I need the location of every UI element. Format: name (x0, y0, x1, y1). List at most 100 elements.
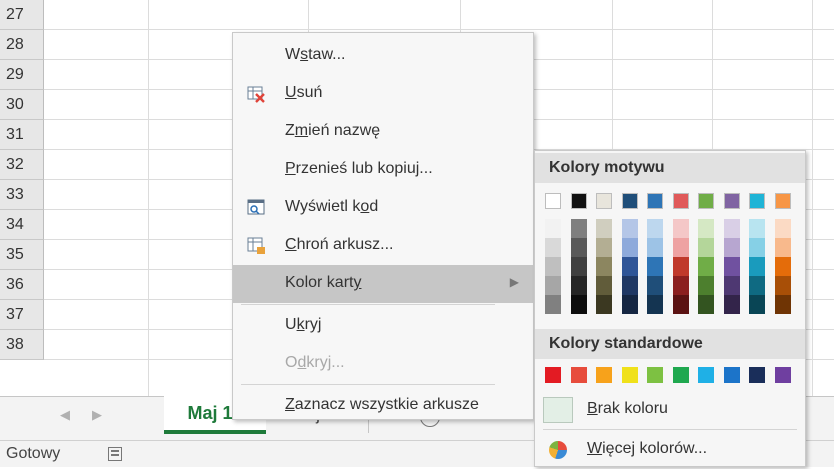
theme-shade-column (545, 219, 561, 314)
theme-shade-swatch[interactable] (672, 295, 689, 314)
scroll-left-icon[interactable]: ◀ (60, 407, 70, 423)
theme-shade-swatch[interactable] (672, 276, 689, 295)
row-header[interactable]: 31 (0, 120, 44, 150)
theme-color-swatch[interactable] (647, 193, 663, 209)
theme-shade-swatch[interactable] (545, 257, 561, 276)
theme-shade-swatch[interactable] (647, 295, 663, 314)
menu-item-7[interactable]: Ukryj (233, 307, 533, 345)
standard-color-swatch[interactable] (570, 367, 587, 383)
theme-shade-swatch[interactable] (698, 276, 714, 295)
standard-color-swatch[interactable] (749, 367, 765, 383)
theme-shade-swatch[interactable] (774, 257, 791, 276)
theme-shade-swatch[interactable] (672, 219, 689, 238)
row-header[interactable]: 34 (0, 210, 44, 240)
theme-shade-swatch[interactable] (545, 238, 561, 257)
theme-color-swatch[interactable] (545, 193, 561, 209)
macro-record-icon[interactable] (108, 447, 122, 461)
theme-shade-swatch[interactable] (570, 276, 587, 295)
theme-shade-swatch[interactable] (596, 238, 612, 257)
standard-color-swatch[interactable] (774, 367, 791, 383)
theme-shade-swatch[interactable] (647, 219, 663, 238)
theme-shade-swatch[interactable] (723, 257, 740, 276)
menu-item-9[interactable]: Zaznacz wszystkie arkusze (233, 387, 533, 425)
theme-shade-swatch[interactable] (774, 219, 791, 238)
menu-item-6[interactable]: Kolor karty ▶ (233, 265, 533, 303)
theme-shade-swatch[interactable] (749, 257, 765, 276)
theme-color-swatch[interactable] (570, 193, 587, 209)
theme-shade-swatch[interactable] (570, 257, 587, 276)
theme-shade-swatch[interactable] (749, 295, 765, 314)
theme-shade-swatch[interactable] (647, 238, 663, 257)
theme-color-swatch[interactable] (672, 193, 689, 209)
row-header[interactable]: 36 (0, 270, 44, 300)
theme-shade-swatch[interactable] (621, 219, 638, 238)
theme-shade-swatch[interactable] (545, 276, 561, 295)
theme-shade-swatch[interactable] (723, 238, 740, 257)
theme-shade-swatch[interactable] (570, 219, 587, 238)
menu-item-5[interactable]: Chroń arkusz... (233, 227, 533, 265)
theme-shade-swatch[interactable] (698, 295, 714, 314)
row-header[interactable]: 35 (0, 240, 44, 270)
theme-shade-swatch[interactable] (749, 219, 765, 238)
row-header[interactable]: 29 (0, 60, 44, 90)
theme-shade-swatch[interactable] (749, 238, 765, 257)
theme-shade-swatch[interactable] (723, 276, 740, 295)
theme-shade-swatch[interactable] (596, 219, 612, 238)
theme-shade-swatch[interactable] (774, 276, 791, 295)
standard-color-swatch[interactable] (647, 367, 663, 383)
theme-shade-swatch[interactable] (621, 295, 638, 314)
grid-line (44, 29, 834, 30)
theme-shade-swatch[interactable] (545, 219, 561, 238)
theme-color-swatch[interactable] (621, 193, 638, 209)
standard-color-swatch[interactable] (621, 367, 638, 383)
row-header[interactable]: 32 (0, 150, 44, 180)
theme-color-swatch[interactable] (698, 193, 714, 209)
theme-shade-swatch[interactable] (774, 295, 791, 314)
theme-shade-swatch[interactable] (596, 257, 612, 276)
row-header[interactable]: 27 (0, 0, 44, 30)
standard-color-swatch[interactable] (545, 367, 561, 383)
theme-shade-swatch[interactable] (698, 257, 714, 276)
no-color-option[interactable]: Brak koloru (535, 391, 805, 429)
theme-shade-swatch[interactable] (698, 219, 714, 238)
theme-shade-swatch[interactable] (621, 257, 638, 276)
theme-shade-swatch[interactable] (774, 238, 791, 257)
row-header[interactable]: 37 (0, 300, 44, 330)
grid-column-line (148, 0, 149, 400)
menu-item-4[interactable]: Wyświetl kod (233, 189, 533, 227)
theme-shade-swatch[interactable] (545, 295, 561, 314)
menu-item-1[interactable]: Usuń (233, 75, 533, 113)
theme-shade-swatch[interactable] (570, 238, 587, 257)
theme-shade-swatch[interactable] (698, 238, 714, 257)
theme-color-swatch[interactable] (596, 193, 612, 209)
standard-color-swatch[interactable] (698, 367, 714, 383)
theme-color-swatch[interactable] (723, 193, 740, 209)
standard-color-swatch[interactable] (723, 367, 740, 383)
standard-color-swatch[interactable] (596, 367, 612, 383)
menu-item-3[interactable]: Przenieś lub kopiuj... (233, 151, 533, 189)
row-header[interactable]: 28 (0, 30, 44, 60)
submenu-separator (543, 429, 797, 430)
menu-item-0[interactable]: Wstaw... (233, 37, 533, 75)
standard-color-swatch[interactable] (672, 367, 689, 383)
theme-shade-swatch[interactable] (647, 257, 663, 276)
row-header[interactable]: 33 (0, 180, 44, 210)
theme-shade-swatch[interactable] (672, 257, 689, 276)
theme-shade-swatch[interactable] (672, 238, 689, 257)
row-header[interactable]: 30 (0, 90, 44, 120)
theme-color-swatch[interactable] (774, 193, 791, 209)
menu-item-2[interactable]: Zmień nazwę (233, 113, 533, 151)
scroll-right-icon[interactable]: ▶ (92, 407, 102, 423)
theme-shade-swatch[interactable] (596, 276, 612, 295)
theme-shade-swatch[interactable] (596, 295, 612, 314)
theme-shade-swatch[interactable] (749, 276, 765, 295)
row-header[interactable]: 38 (0, 330, 44, 360)
more-colors-option[interactable]: Więcej kolorów... (535, 431, 805, 469)
theme-shade-swatch[interactable] (570, 295, 587, 314)
theme-color-swatch[interactable] (749, 193, 765, 209)
theme-shade-swatch[interactable] (723, 219, 740, 238)
theme-shade-swatch[interactable] (723, 295, 740, 314)
theme-shade-swatch[interactable] (647, 276, 663, 295)
theme-shade-swatch[interactable] (621, 238, 638, 257)
theme-shade-swatch[interactable] (621, 276, 638, 295)
